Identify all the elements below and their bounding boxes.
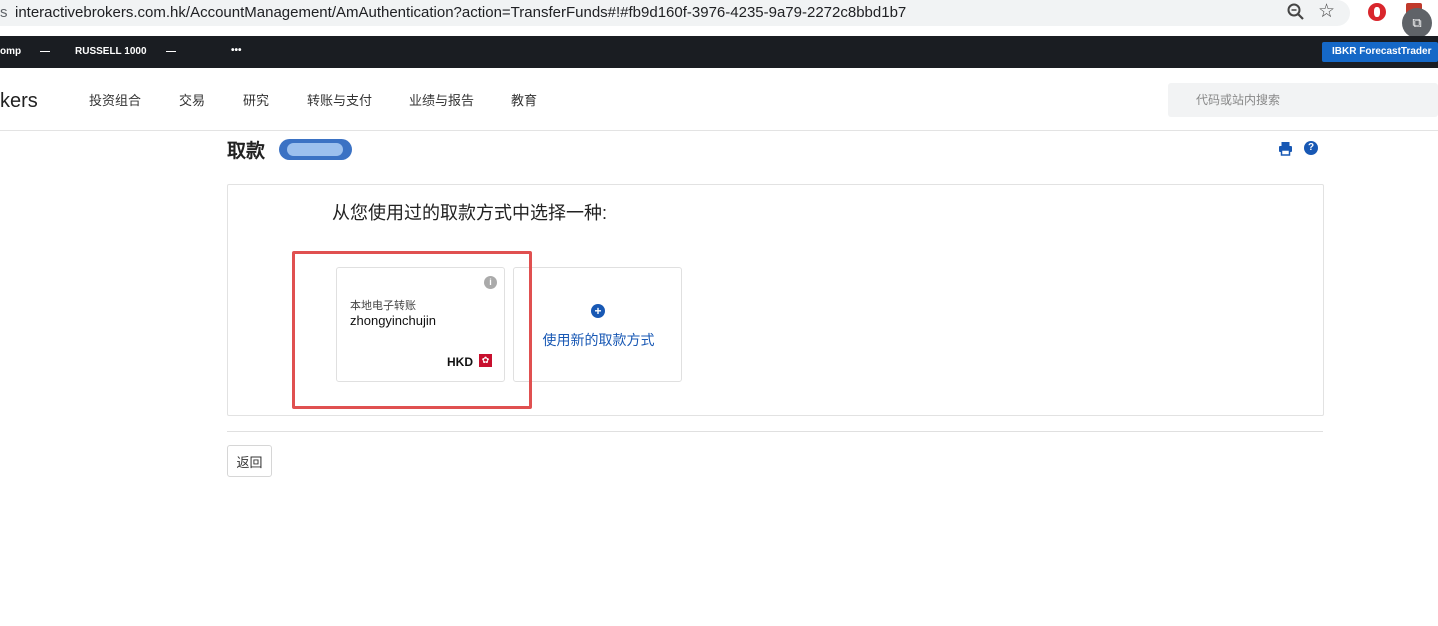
account-id-badge [279,139,352,160]
nav-item-research[interactable]: 研究 [243,90,269,109]
forecast-trader-button[interactable]: IBKR ForecastTrader [1322,42,1438,62]
nav-item-education[interactable]: 教育 [511,90,537,109]
new-method-card[interactable]: + 使用新的取款方式 [513,267,682,382]
browser-toolbar: s interactivebrokers.com.hk/AccountManag… [0,0,1438,38]
url-leading-char: s [0,4,8,21]
ticker-item: — [40,46,50,57]
divider [227,431,1323,432]
search-input[interactable] [1194,92,1428,108]
bookmark-star-icon[interactable]: ☆ [1318,0,1335,23]
plus-icon: + [591,304,605,318]
search-box[interactable] [1168,83,1438,117]
more-icon[interactable]: ••• [231,45,242,56]
page-title: 取款 [227,141,266,162]
ticker-item[interactable]: omp [0,46,21,57]
new-method-label: 使用新的取款方式 [542,332,655,348]
nav-item-portfolio[interactable]: 投资组合 [89,90,141,109]
google-lens-icon[interactable]: ⧉ [1402,8,1432,38]
help-icon[interactable]: ? [1304,141,1318,155]
back-button[interactable]: 返回 [227,445,272,477]
ticker-bar: omp — RUSSELL 1000 — ••• IBKR ForecastTr… [0,36,1438,68]
zoom-icon[interactable] [1286,2,1306,22]
ticker-item: — [166,46,176,57]
nav-item-transfers[interactable]: 转账与支付 [307,90,372,109]
nav-item-trade[interactable]: 交易 [179,90,205,109]
print-icon[interactable] [1278,141,1293,156]
highlight-annotation [292,251,532,409]
url-text[interactable]: interactivebrokers.com.hk/AccountManagem… [15,4,906,21]
method-prompt: 从您使用过的取款方式中选择一种: [332,203,607,223]
main-nav: kers 投资组合 交易 研究 转账与支付 业绩与报告 教育 [0,68,1438,131]
nav-item-performance[interactable]: 业绩与报告 [409,90,474,109]
ticker-item[interactable]: RUSSELL 1000 [75,46,147,57]
brand-logo[interactable]: kers [0,90,38,113]
extension-icon[interactable] [1368,3,1386,21]
